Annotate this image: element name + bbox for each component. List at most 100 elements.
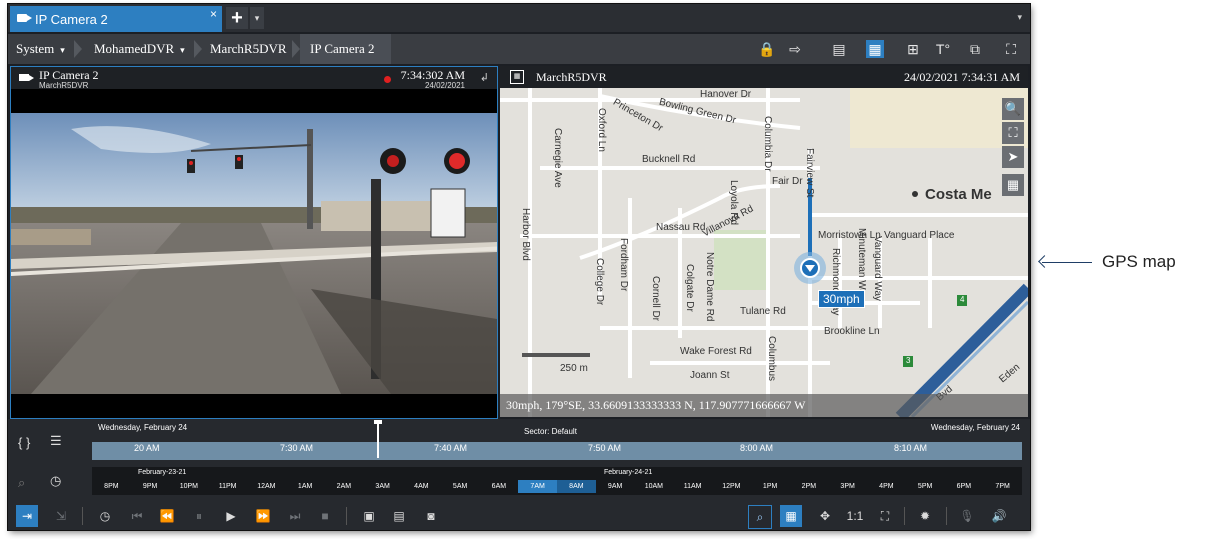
playback-status-icon[interactable]: ↲ [480,71,489,84]
layout-icon[interactable]: ⊞ [904,40,922,58]
add-tab-button[interactable]: + [226,7,248,29]
day-strip[interactable]: February-23-21 February-24-21 8PM 9PM 10PM… [92,467,1022,495]
skip-end-icon[interactable]: ⏭ [284,505,306,527]
export-video-icon[interactable]: ▤ [388,505,410,527]
gps-map[interactable]: Hanover Dr Bowling Green Dr Princeton Dr… [500,88,1028,417]
tab-ip-camera-2[interactable]: IP Camera 2 × [10,6,222,32]
bookmark-icon[interactable]: ▤ [830,40,848,58]
timeline-end-date: Wednesday, February 24 [930,423,1020,432]
map-view-icon[interactable]: ▦ [866,40,884,58]
play-icon[interactable]: ▶ [220,505,242,527]
hour-cell[interactable]: 7PM [983,480,1022,493]
search-disabled-icon[interactable]: ⌕ [18,475,25,491]
history-icon[interactable]: ◷ [94,505,116,527]
text-overlay-icon[interactable]: T° [934,40,952,58]
timeline-cursor[interactable] [374,420,382,458]
pause-icon[interactable]: ⏸ [188,505,210,527]
timeline-scrubber[interactable]: Wednesday, February 24 Sector: Default W… [92,420,1022,460]
camera-view-pane[interactable]: IP Camera 2 MarchR5DVR 7:34:302 AM 24/02… [10,66,498,419]
day-label: February-23-21 [138,469,187,476]
hour-cell[interactable]: 1PM [751,480,790,493]
hour-cell[interactable]: 2PM [790,480,829,493]
hour-cell[interactable]: 6PM [945,480,984,493]
zoom-search-icon[interactable]: ⌕ [748,505,772,529]
map-layers-icon[interactable]: ▦ [1002,174,1024,196]
tab-label: IP Camera 2 [35,12,108,27]
skip-start-icon[interactable]: ⏮ [126,505,148,527]
street-label: Nassau Rd [656,222,706,233]
fullscreen-icon[interactable]: ⛶ [1002,40,1020,58]
map-search-icon[interactable]: 🔍 [1002,98,1024,120]
hour-cell[interactable]: 11PM [208,480,247,493]
hour-cell[interactable]: 1AM [286,480,325,493]
breadcrumb-separator [74,40,82,58]
divider [904,507,905,525]
export-icon[interactable]: ⇨ [786,40,804,58]
hour-cell[interactable]: 6AM [480,480,519,493]
timeline-sector: Sector: Default [524,427,577,436]
hour-cell[interactable]: 8PM [92,480,131,493]
hour-cell[interactable]: 9PM [131,480,170,493]
map-scale-label: 250 m [560,363,588,374]
brackets-icon[interactable]: { } [18,435,30,450]
hour-cell[interactable]: 2AM [325,480,364,493]
gps-map-pane[interactable]: ▦ MarchR5DVR 24/02/2021 7:34:31 AM Hanov… [500,66,1028,417]
live-mode-icon[interactable]: ⇥ [16,505,38,527]
breadcrumb-mohameddvr[interactable]: MohamedDVR ▾ [94,34,185,64]
map-scale-bar [522,353,590,357]
street-label: Columbus [766,336,777,382]
street-label: Oxford Ln [596,108,607,152]
add-tile-icon[interactable]: ⧉ [966,40,984,58]
street-label: Brookline Ln [824,326,880,337]
speaker-icon[interactable]: 🔊 [988,505,1010,527]
hour-cell[interactable]: 7AM [518,480,557,493]
timeline-mode-icon[interactable]: ☰ [50,433,62,449]
snapshot-icon[interactable]: ◙ [420,505,442,527]
hour-cell[interactable]: 4PM [867,480,906,493]
window-menu-button[interactable]: ▾ [1017,12,1022,23]
hour-cell[interactable]: 5AM [441,480,480,493]
stop-icon[interactable]: ■ [314,505,336,527]
hour-cell[interactable]: 9AM [596,480,635,493]
city-label: Costa Me [925,186,992,203]
hour-strip[interactable]: 8PM 9PM 10PM 11PM 12AM 1AM 2AM 3AM 4AM 5AM 6AM 7AM 8… [92,480,1022,493]
close-tab-icon[interactable]: × [210,7,217,21]
clock-icon[interactable]: ◷ [50,473,61,489]
microphone-icon[interactable]: 🎙 [956,505,978,527]
hour-cell[interactable]: 12PM [712,480,751,493]
sync-icon[interactable]: ⇲ [50,505,72,527]
map-icon: ▦ [510,70,524,84]
street-label: Carnegie Ave [552,128,563,188]
map-fit-icon[interactable]: ⛶ [1002,122,1024,144]
overlay-icon[interactable]: ▦ [780,505,802,527]
calendar-search-icon[interactable]: ▣ [358,505,380,527]
lock-icon[interactable]: 🔒 [758,40,776,58]
hour-cell[interactable]: 12AM [247,480,286,493]
timeline-mark: 20 AM [134,443,160,453]
ratio-button[interactable]: 1:1 [844,505,866,527]
hour-cell[interactable]: 3AM [363,480,402,493]
timeline-start-date: Wednesday, February 24 [98,423,188,432]
tab-dropdown-button[interactable]: ▾ [250,7,264,29]
fast-forward-icon[interactable]: ⏩ [252,505,274,527]
ptz-icon[interactable]: ✥ [814,505,836,527]
fit-screen-icon[interactable]: ⛶ [874,505,896,527]
breadcrumb-marchr5dvr[interactable]: MarchR5DVR [210,34,287,64]
breadcrumb-ip-camera-2[interactable]: IP Camera 2 [300,34,391,64]
hour-cell[interactable]: 10PM [170,480,209,493]
hour-cell[interactable]: 8AM [557,480,596,493]
hour-cell[interactable]: 4AM [402,480,441,493]
hour-cell[interactable]: 5PM [906,480,945,493]
hour-cell[interactable]: 3PM [828,480,867,493]
breadcrumb-system[interactable]: System ▾ [16,34,65,64]
rewind-icon[interactable]: ⏪ [156,505,178,527]
timeline-track[interactable]: 20 AM 7:30 AM 7:40 AM 7:50 AM 8:00 AM 8:… [92,442,1022,460]
highway-shield: 4 [960,295,965,304]
hour-cell[interactable]: 10AM [635,480,674,493]
day-label: February-24-21 [604,469,653,476]
hour-cell[interactable]: 11AM [673,480,712,493]
recording-indicator-icon [384,76,391,83]
street-label: Fordham Dr [618,238,629,292]
visual-tracking-icon[interactable]: ✹ [914,505,936,527]
map-pointer-icon[interactable]: ➤ [1002,146,1024,168]
